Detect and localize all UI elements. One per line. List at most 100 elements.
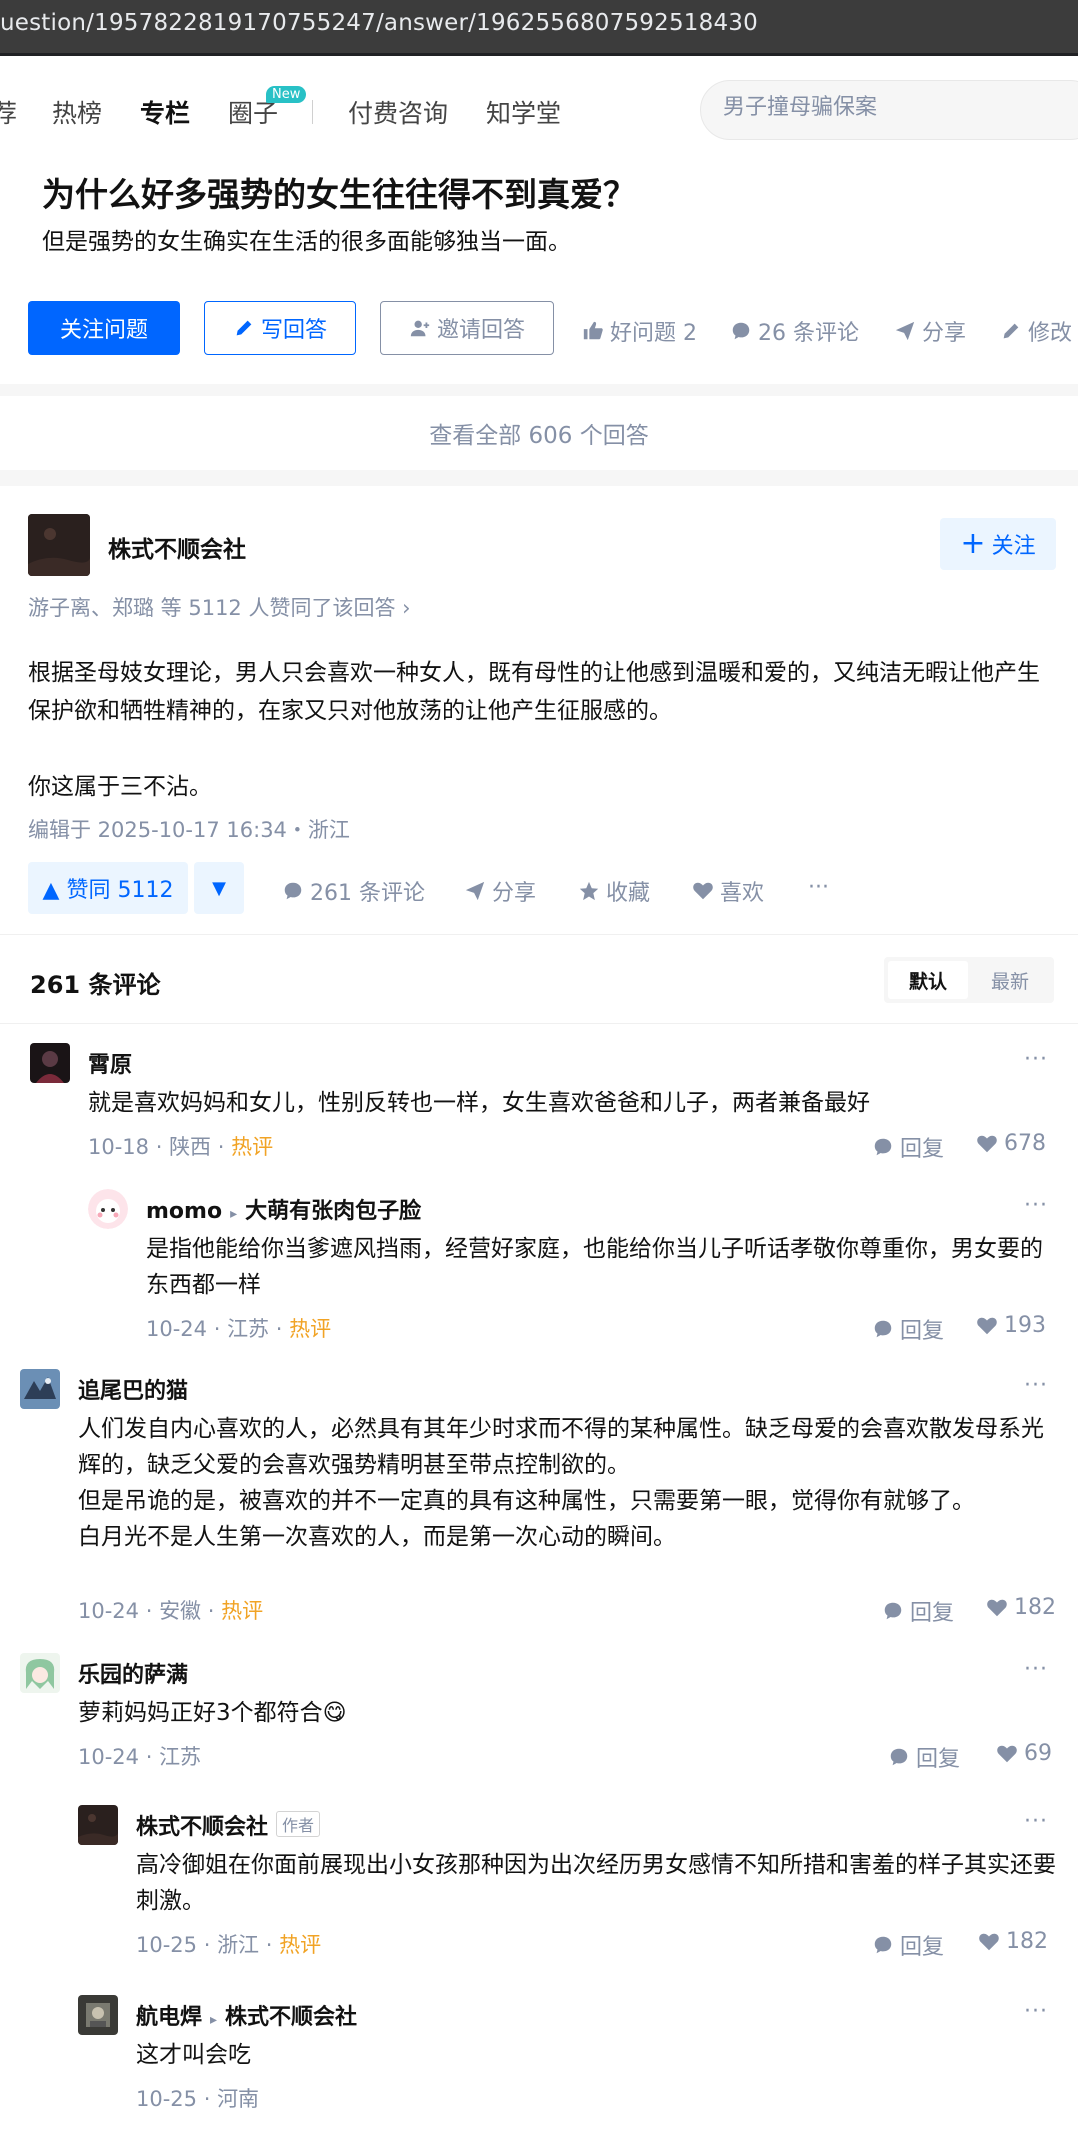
comments-count-header: 261 条评论 [30,971,161,999]
commenter-avatar[interactable] [78,1995,118,2035]
comment-region: 陕西 [169,1135,212,1159]
replied-user-name[interactable]: 株式不顺会社 [225,2005,357,2030]
author-avatar[interactable] [28,514,90,576]
commenter-avatar[interactable] [30,1043,70,1083]
comment-like-button[interactable]: 193 [976,1313,1046,1338]
comment-more-icon[interactable]: ··· [1024,1657,1048,1682]
comment-item: 霄原 ··· 就是喜欢妈妈和女儿，性别反转也一样，女生喜欢爸爸和儿子，两者兼备最… [30,1043,1060,1173]
follow-author-button[interactable]: + 关注 [940,518,1056,570]
view-all-answers-link[interactable]: 查看全部 606 个回答 [0,396,1078,470]
hot-comment-badge: 热评 [231,1135,274,1159]
browser-address-bar[interactable]: uestion/1957822819170755247/answer/19625… [0,0,1078,56]
more-icon: ··· [808,875,829,900]
reply-label: 回复 [900,1137,945,1162]
pencil-icon [236,320,252,336]
nav-column[interactable]: 专栏 [140,94,190,130]
follow-author-label: 关注 [991,534,1036,559]
heart-icon [977,1317,997,1334]
reply-button[interactable]: 回复 [872,1313,944,1345]
search-box[interactable] [700,80,1078,140]
collect-button[interactable]: 收藏 [578,875,650,907]
replied-user-name[interactable]: 大萌有张肉包子脸 [245,1199,421,1224]
search-input[interactable] [723,95,1078,120]
nav-paid-consult[interactable]: 付费咨询 [348,94,448,130]
comment-item: 追尾巴的猫 ··· 人们发自内心喜欢的人，必然具有其年少时求而不得的某种属性。缺… [20,1369,1060,1633]
plus-icon: + [960,526,986,561]
comment-date: 10-24 [146,1317,208,1341]
reply-button[interactable]: 回复 [882,1595,954,1627]
comment-more-icon[interactable]: ··· [1024,1047,1048,1072]
comment-like-button[interactable]: 678 [976,1131,1046,1156]
comment-like-button[interactable]: 182 [978,1929,1048,1954]
commenter-avatar[interactable] [78,1805,118,1845]
tab-sort-default[interactable]: 默认 [888,961,968,999]
question-share-button[interactable]: 分享 [894,315,966,347]
comment-like-button[interactable]: 69 [996,1741,1052,1766]
thumb-up-icon [583,321,603,340]
commenter-avatar[interactable] [20,1369,60,1409]
comment-text: 人们发自内心喜欢的人，必然具有其年少时求而不得的某种属性。缺乏母爱的会喜欢散发母… [78,1411,1063,1555]
more-actions-button[interactable]: ··· [808,875,829,900]
comment-like-count: 678 [1004,1131,1046,1156]
comment-text: 萝莉妈妈正好3个都符合😋 [78,1695,1063,1731]
reply-arrow-icon: ▸ [210,2012,218,2028]
hot-comment-badge: 热评 [289,1317,332,1341]
answer-comments-button[interactable]: 261 条评论 [282,875,425,907]
voters-summary[interactable]: 游子离、郑璐 等 5112 人赞同了该回答 › [28,592,411,622]
collect-label: 收藏 [606,881,651,906]
invite-answer-button[interactable]: 邀请回答 [380,301,554,355]
downvote-button[interactable]: ▼ [194,862,244,914]
answer-author-name[interactable]: 株式不顺会社 [108,530,246,564]
heart-icon [987,1599,1007,1616]
top-nav: 荐 热榜 专栏 圈子 New 付费咨询 知学堂 [0,56,1078,164]
commenter-name[interactable]: momo [146,1199,222,1224]
commenter-name[interactable]: 追尾巴的猫 [78,1373,188,1405]
commenter-name[interactable]: 乐园的萨满 [78,1657,188,1689]
edit-question-button[interactable]: 修改 [1000,315,1072,347]
edited-timestamp[interactable]: 编辑于 2025-10-17 16:34・浙江 [28,814,350,844]
good-question-button[interactable]: 好问题 2 [582,315,697,347]
comment-more-icon[interactable]: ··· [1024,1999,1048,2024]
reply-button[interactable]: 回复 [872,1929,944,1961]
comment-more-icon[interactable]: ··· [1024,1809,1048,1834]
question-comments-button[interactable]: 26 条评论 [730,315,859,347]
commenter-avatar[interactable] [20,1653,60,1693]
write-answer-button[interactable]: 写回答 [204,301,356,355]
like-label: 喜欢 [720,881,765,906]
author-tag: 作者 [276,1811,321,1837]
comment-item: 乐园的萨满 ··· 萝莉妈妈正好3个都符合😋 10-24 · 江苏 回复 69 [20,1653,1060,1773]
heart-icon [977,1135,997,1152]
avatar-image [30,1043,70,1083]
heart-icon [979,1933,999,1950]
comment-meta: 10-18 · 陕西 · 热评 [88,1135,274,1159]
comment-more-icon[interactable]: ··· [1024,1193,1048,1218]
reply-button[interactable]: 回复 [888,1741,960,1773]
question-detail: 但是强势的女生确实在生活的很多面能够独当一面。 [42,229,571,255]
comment-text: 高冷御姐在你面前展现出小女孩那种因为出次经历男女感情不知所措和害羞的样子其实还要… [136,1852,1056,1914]
url-text[interactable]: uestion/1957822819170755247/answer/19625… [0,10,758,36]
commenter-avatar[interactable] [88,1189,128,1229]
commenter-name[interactable]: 霄原 [88,1047,132,1079]
commenter-name[interactable]: 航电焊 [136,2005,202,2030]
commenter-name[interactable]: 株式不顺会社 [136,1815,268,1840]
avatar-image [78,1995,118,2035]
like-button[interactable]: 喜欢 [692,875,764,907]
comment-region: 河南 [217,2087,260,2111]
comment-icon [732,322,750,340]
follow-question-button[interactable]: 关注问题 [28,301,180,355]
comment-item: momo ▸ 大萌有张肉包子脸 ··· 是指他能给你当爹遮风挡雨，经营好家庭，也能给… [88,1189,1060,1359]
nav-zhixuetang[interactable]: 知学堂 [486,94,561,130]
answer-share-button[interactable]: 分享 [464,875,536,907]
tab-sort-latest[interactable]: 最新 [970,961,1050,999]
nav-hot[interactable]: 热榜 [52,94,102,130]
comment-like-button[interactable]: 182 [986,1595,1056,1620]
question-header: 为什么好多强势的女生往往得不到真爱？ 但是强势的女生确实在生活的很多面能够独当一… [0,164,1078,384]
nav-recommend[interactable]: 荐 [0,94,17,130]
comment-date: 10-25 [136,2087,198,2111]
question-title[interactable]: 为什么好多强势的女生往往得不到真爱？ [42,168,636,216]
upvote-button[interactable]: ▲ 赞同 5112 [28,862,188,914]
comment-sort-tabs: 默认 最新 [884,957,1054,1003]
new-badge: New [266,86,307,103]
comment-more-icon[interactable]: ··· [1024,1373,1048,1398]
reply-button[interactable]: 回复 [872,1131,944,1163]
